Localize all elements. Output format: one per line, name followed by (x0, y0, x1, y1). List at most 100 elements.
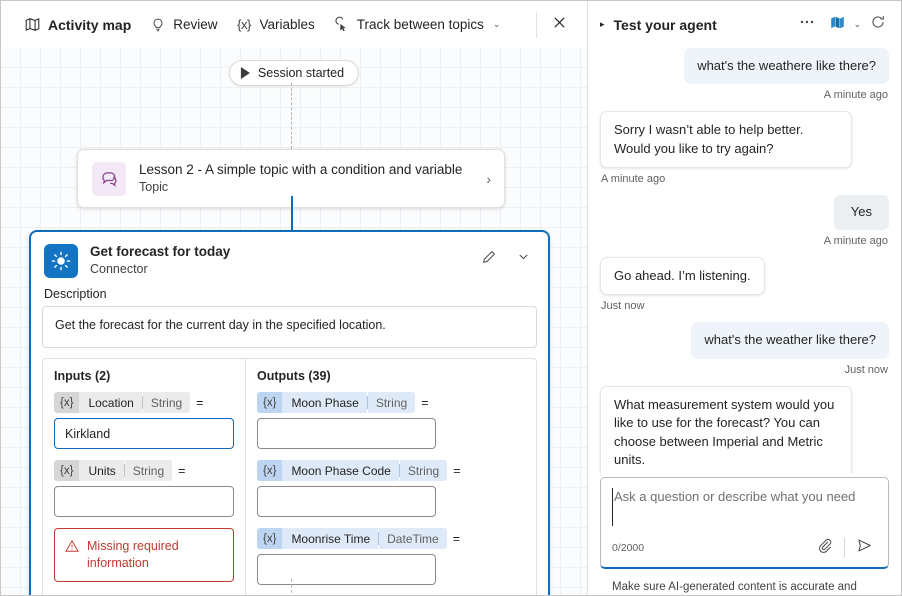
send-icon (856, 537, 873, 559)
character-counter: 0/2000 (612, 542, 812, 554)
description-value[interactable]: Get the forecast for the current day in … (42, 306, 537, 348)
variable-type: String (143, 392, 190, 413)
message-bubble: What measurement system would you like t… (600, 386, 852, 473)
equals-sign: = (178, 464, 185, 478)
activity-map-pane: Activity map Review {x} Variables (1, 1, 588, 595)
tab-activity-map-label: Activity map (48, 17, 131, 33)
composer-wrapper: Ask a question or describe what you need… (588, 473, 901, 595)
variable-chip[interactable]: {x} Moon Phase String (257, 392, 415, 413)
chat-message: what's the weather like there? Just now (600, 322, 889, 385)
chat-transcript[interactable]: what's the weathere like there? A minute… (588, 48, 901, 473)
edit-button[interactable] (477, 247, 501, 271)
chat-message: Yes A minute ago (600, 195, 889, 256)
equals-sign: = (453, 532, 460, 546)
test-pane-title: Test your agent (614, 17, 791, 33)
connector-action-card[interactable]: Get forecast for today Connector (29, 230, 550, 595)
output-value-moonrise-time[interactable] (257, 554, 436, 585)
close-icon (552, 15, 567, 35)
outputs-column: Outputs (39) {x} Moon Phase String = (246, 359, 536, 595)
connector-card-subtitle: Connector (90, 261, 465, 278)
variable-name: Moon Phase (282, 392, 366, 413)
message-timestamp: Just now (845, 364, 888, 376)
variable-chip[interactable]: {x} Moon Phase Code String (257, 460, 447, 481)
composer-toolbar: 0/2000 (612, 535, 877, 561)
activity-map-toolbar: Activity map Review {x} Variables (1, 1, 587, 48)
variable-chip[interactable]: {x} Moonrise Time DateTime (257, 528, 447, 549)
ai-disclaimer: Make sure AI-generated content is accura… (600, 569, 889, 595)
attach-button[interactable] (812, 535, 838, 561)
variable-chip[interactable]: {x} Location String (54, 392, 190, 413)
tab-track-between-topics-label: Track between topics (357, 17, 484, 32)
message-bubble: what's the weathere like there? (684, 48, 889, 84)
composer[interactable]: Ask a question or describe what you need… (600, 477, 889, 569)
variable-name: Moon Phase Code (282, 460, 398, 481)
output-value-moon-phase-code[interactable] (257, 486, 436, 517)
tab-variables-label: Variables (260, 17, 315, 32)
output-row-moon-phase-code: {x} Moon Phase Code String = (257, 460, 525, 481)
chat-message: Sorry I wasn’t able to help better. Woul… (600, 111, 889, 195)
paperclip-icon (817, 537, 833, 558)
cursor-icon (333, 16, 350, 33)
chevron-down-icon: ⌄ (493, 19, 501, 30)
connector-card-titles: Get forecast for today Connector (90, 243, 465, 278)
tab-variables[interactable]: {x} Variables (227, 10, 324, 39)
variable-prefix: {x} (54, 392, 79, 413)
topic-chat-icon (92, 162, 126, 196)
collapse-button[interactable] (511, 247, 535, 271)
variable-name: Moonrise Time (282, 528, 378, 549)
message-bubble: Go ahead. I’m listening. (600, 257, 765, 295)
connector-card-header: Get forecast for today Connector (42, 241, 537, 282)
connector-line-dashed-top (291, 83, 292, 149)
tab-review[interactable]: Review (140, 10, 226, 39)
topic-node-subtitle: Topic (139, 179, 467, 196)
expand-caret-icon[interactable]: ▸ (598, 19, 610, 30)
message-choice-bubble[interactable]: Yes (834, 195, 889, 229)
missing-info-error: Missing required information (54, 528, 234, 582)
tab-activity-map[interactable]: Activity map (15, 10, 140, 39)
chevron-right-icon[interactable]: › (480, 171, 491, 187)
session-started-pill[interactable]: Session started (229, 60, 359, 86)
chevron-down-icon (516, 249, 531, 269)
chevron-down-icon: ⌄ (853, 19, 861, 30)
message-timestamp: A minute ago (824, 235, 888, 247)
output-row-moon-phase: {x} Moon Phase String = (257, 392, 525, 413)
output-row-moonrise-time: {x} Moonrise Time DateTime = (257, 528, 525, 549)
input-value-units[interactable] (54, 486, 234, 517)
connector-card-actions (477, 243, 535, 271)
inputs-column: Inputs (2) {x} Location String = Kirklan… (43, 359, 246, 595)
play-icon (241, 67, 250, 79)
message-timestamp: Just now (601, 300, 644, 312)
input-value-location[interactable]: Kirkland (54, 418, 234, 449)
refresh-icon (870, 14, 886, 35)
connector-line-solid (291, 196, 293, 232)
activity-map-canvas[interactable]: Session started Lesson 2 - A simple topi… (1, 48, 587, 595)
equals-sign: = (453, 464, 460, 478)
inputs-header: Inputs (2) (54, 369, 234, 383)
send-button[interactable] (851, 535, 877, 561)
refresh-button[interactable] (865, 12, 891, 38)
tab-review-label: Review (173, 17, 217, 32)
lightbulb-icon (149, 16, 166, 33)
more-options-button[interactable] (794, 12, 820, 38)
tab-track-between-topics[interactable]: Track between topics ⌄ (324, 10, 510, 39)
message-bubble: Sorry I wasn’t able to help better. Woul… (600, 111, 852, 168)
connector-card-title: Get forecast for today (90, 243, 465, 261)
input-row-location: {x} Location String = (54, 392, 234, 413)
output-value-moon-phase[interactable] (257, 418, 436, 449)
map-icon (24, 16, 41, 33)
close-button[interactable] (543, 9, 575, 41)
variable-type: String (125, 460, 172, 481)
variables-icon: {x} (236, 16, 253, 33)
activity-map-toggle[interactable]: ⌄ (824, 12, 861, 38)
message-bubble: what's the weather like there? (691, 322, 889, 358)
message-timestamp: A minute ago (601, 173, 665, 185)
topic-node-title: Lesson 2 - A simple topic with a conditi… (139, 161, 467, 179)
connector-line-dashed-bottom (291, 579, 292, 595)
activity-map-button[interactable] (824, 12, 850, 38)
variable-prefix: {x} (257, 528, 282, 549)
variable-chip[interactable]: {x} Units String (54, 460, 172, 481)
variable-type: String (368, 392, 415, 413)
chat-input[interactable]: Ask a question or describe what you need (612, 488, 877, 526)
variable-prefix: {x} (257, 460, 282, 481)
variable-name: Units (79, 460, 123, 481)
